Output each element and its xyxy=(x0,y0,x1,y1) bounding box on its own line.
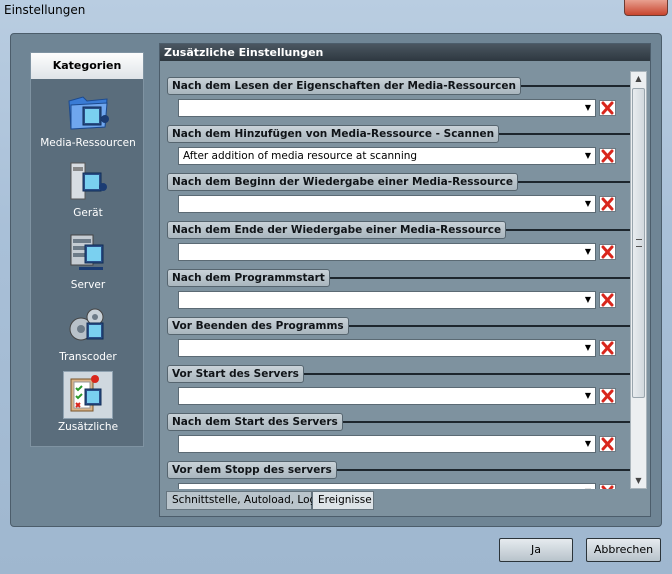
event-group: Nach dem Hinzufügen von Media-Ressource … xyxy=(160,117,630,165)
clear-button[interactable] xyxy=(599,100,616,116)
dropdown-arrow-icon[interactable]: ▼ xyxy=(583,151,593,161)
sidebar-item-label: Zusätzliche xyxy=(57,421,119,433)
dropdown-arrow-icon[interactable]: ▼ xyxy=(583,247,593,257)
sidebar-item-label: Server xyxy=(70,279,106,291)
window-titlebar: Einstellungen xyxy=(0,0,672,24)
sidebar-item-device[interactable]: Gerät xyxy=(31,157,145,223)
cancel-button[interactable]: Abbrechen xyxy=(586,538,661,562)
vertical-scrollbar[interactable]: ▲ ▼ xyxy=(630,71,647,489)
clear-button[interactable] xyxy=(599,292,616,308)
clear-button[interactable] xyxy=(599,196,616,212)
event-group: Nach dem Programmstart ▼ xyxy=(160,261,630,309)
dropdown-arrow-icon[interactable]: ▼ xyxy=(583,295,593,305)
window-close-button[interactable] xyxy=(624,0,668,16)
grip-icon xyxy=(636,239,642,247)
dropdown-arrow-icon[interactable]: ▼ xyxy=(583,103,593,113)
clear-button[interactable] xyxy=(599,148,616,164)
tab-events[interactable]: Ereignisse xyxy=(312,491,374,510)
dropdown-arrow-icon[interactable]: ▼ xyxy=(583,199,593,209)
event-command-combo[interactable]: ▼ xyxy=(178,99,596,117)
delete-x-icon xyxy=(601,485,614,489)
delete-x-icon xyxy=(601,101,614,115)
event-group: Nach dem Beginn der Wiedergabe einer Med… xyxy=(160,165,630,213)
clear-button[interactable] xyxy=(599,244,616,260)
delete-x-icon xyxy=(601,341,614,355)
category-sidebar: Kategorien Media-Ressourcen Gerät Server… xyxy=(30,52,144,447)
event-group: Nach dem Lesen der Eigenschaften der Med… xyxy=(160,69,630,117)
event-command-combo[interactable]: ▼ xyxy=(178,387,596,405)
delete-x-icon xyxy=(601,197,614,211)
delete-x-icon xyxy=(601,149,614,163)
scrollbar-thumb[interactable] xyxy=(632,88,645,398)
event-group-title: Nach dem Programmstart xyxy=(167,269,330,287)
transcoder-icon xyxy=(63,301,113,349)
dropdown-arrow-icon[interactable]: ▼ xyxy=(583,487,593,489)
event-group: Nach dem Start des Servers ▼ xyxy=(160,405,630,453)
event-group-title: Vor Start des Servers xyxy=(167,365,304,383)
clear-button[interactable] xyxy=(599,388,616,404)
sidebar-item-label: Media-Ressourcen xyxy=(40,137,136,149)
event-command-combo[interactable]: ▼ xyxy=(178,195,596,213)
clear-button[interactable] xyxy=(599,484,616,489)
scroll-up-icon[interactable]: ▲ xyxy=(631,72,646,86)
clear-button[interactable] xyxy=(599,340,616,356)
event-group: Vor dem Stopp des servers ▼ xyxy=(160,453,630,489)
sidebar-item-transcoder[interactable]: Transcoder xyxy=(31,301,145,367)
event-group-title: Vor dem Stopp des servers xyxy=(167,461,337,479)
delete-x-icon xyxy=(601,437,614,451)
window-title: Einstellungen xyxy=(4,3,86,17)
additional-icon xyxy=(63,371,113,419)
event-group-title: Vor Beenden des Programms xyxy=(167,317,349,335)
event-group-title: Nach dem Hinzufügen von Media-Ressource … xyxy=(167,125,500,143)
tab-interface-autoload-log[interactable]: Schnittstelle, Autoload, Log xyxy=(166,491,316,510)
delete-x-icon xyxy=(601,293,614,307)
server-icon xyxy=(63,229,113,277)
event-group-title: Nach dem Beginn der Wiedergabe einer Med… xyxy=(167,173,518,191)
event-group-title: Nach dem Start des Servers xyxy=(167,413,343,431)
scroll-down-icon[interactable]: ▼ xyxy=(631,474,646,488)
event-command-combo[interactable]: ▼ xyxy=(178,291,596,309)
settings-panel: Zusätzliche Einstellungen Nach dem Lesen… xyxy=(159,43,651,517)
sidebar-item-additional[interactable]: Zusätzliche xyxy=(31,371,145,437)
event-group-title: Nach dem Lesen der Eigenschaften der Med… xyxy=(167,77,521,95)
sidebar-item-media-resources[interactable]: Media-Ressourcen xyxy=(31,87,145,153)
event-command-combo[interactable]: After addition of media resource at scan… xyxy=(178,147,596,165)
clear-button[interactable] xyxy=(599,436,616,452)
combo-value: After addition of media resource at scan… xyxy=(183,150,418,162)
sidebar-header: Kategorien xyxy=(31,53,143,79)
event-group-title: Nach dem Ende der Wiedergabe einer Media… xyxy=(167,221,507,239)
sidebar-item-label: Transcoder xyxy=(59,351,117,363)
delete-x-icon xyxy=(601,245,614,259)
event-group: Vor Start des Servers ▼ xyxy=(160,357,630,405)
sidebar-item-server[interactable]: Server xyxy=(31,229,145,295)
dropdown-arrow-icon[interactable]: ▼ xyxy=(583,391,593,401)
media-resources-icon xyxy=(63,87,113,135)
events-list: Nach dem Lesen der Eigenschaften der Med… xyxy=(160,61,630,489)
event-group: Vor Beenden des Programms ▼ xyxy=(160,309,630,357)
event-command-combo[interactable]: ▼ xyxy=(178,243,596,261)
event-command-combo[interactable]: ▼ xyxy=(178,339,596,357)
dropdown-arrow-icon[interactable]: ▼ xyxy=(583,343,593,353)
event-command-combo[interactable]: ▼ xyxy=(178,483,596,489)
sidebar-item-label: Gerät xyxy=(73,207,103,219)
delete-x-icon xyxy=(601,389,614,403)
device-icon xyxy=(63,157,113,205)
ok-button[interactable]: Ja xyxy=(499,538,573,562)
event-command-combo[interactable]: ▼ xyxy=(178,435,596,453)
event-group: Nach dem Ende der Wiedergabe einer Media… xyxy=(160,213,630,261)
dropdown-arrow-icon[interactable]: ▼ xyxy=(583,439,593,449)
panel-title: Zusätzliche Einstellungen xyxy=(160,44,650,61)
